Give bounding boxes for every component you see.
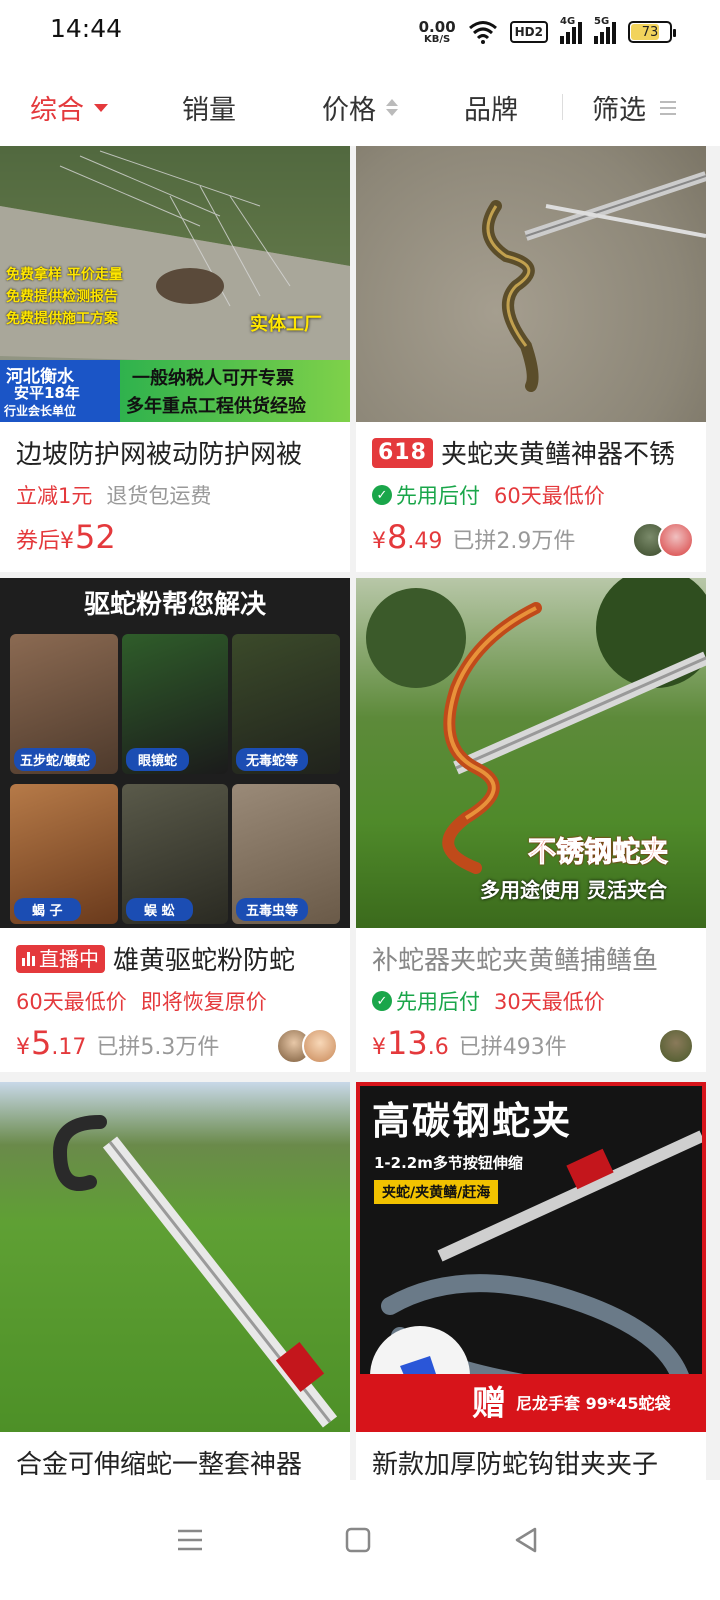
product-title: 直播中 雄黄驱蛇粉防蛇	[16, 940, 295, 977]
wifi-icon	[468, 21, 497, 44]
product-image[interactable]: 驱蛇粉帮您解决 五步蛇/蝮蛇 眼镜蛇 无毒蛇等 蝎 子 蜈 蚣 五毒虫等	[0, 578, 350, 928]
promo-618-tag: 618	[372, 437, 433, 468]
product-promo: 立减1元 退货包运费	[16, 484, 212, 508]
filter-icon	[660, 100, 676, 115]
factory-label: 实体工厂	[250, 314, 322, 335]
image-tags: 夹蛇/夹黄鳝/赶海	[374, 1180, 499, 1204]
status-icons: 0.00 KB/S HD2 4G 5G 73	[418, 16, 676, 48]
sort-brand[interactable]: 品牌	[464, 88, 518, 127]
product-price: ¥ 13 .6 已拼493件	[372, 1024, 567, 1062]
avatar	[302, 1028, 338, 1064]
sold-count: 已拼2.9万件	[452, 529, 576, 554]
image-subline: 多用途使用 灵活夹合	[480, 878, 667, 902]
avatar	[658, 522, 694, 558]
product-image[interactable]	[0, 1082, 350, 1432]
product-title: 合金可伸缩蛇一整套神器	[16, 1450, 303, 1480]
product-card[interactable]: 合金可伸缩蛇一整套神器	[0, 1082, 350, 1480]
battery-icon: 73	[628, 21, 676, 43]
status-bar: 14:44 0.00 KB/S HD2 4G 5G 73	[0, 0, 720, 64]
sort-price[interactable]: 价格	[322, 88, 398, 127]
pay-later-badge: ✓ 先用后付	[372, 480, 480, 510]
system-nav-bar	[0, 1480, 720, 1600]
location-badge: 河北衡水 安平18年 行业会长单位	[0, 360, 120, 422]
product-price: ¥ 5 .17 已拼5.3万件	[16, 1024, 220, 1062]
buyer-avatars	[658, 1028, 694, 1064]
home-square-icon	[345, 1527, 371, 1553]
shield-icon: ✓	[372, 991, 392, 1011]
product-card[interactable]: 驱蛇粉帮您解决 五步蛇/蝮蛇 眼镜蛇 无毒蛇等 蝎 子 蜈 蚣 五毒虫等 直播中…	[0, 578, 350, 1072]
sort-arrows-icon	[386, 99, 398, 116]
live-bars-icon	[22, 951, 35, 966]
product-title: 边坡防护网被动防护网被	[16, 440, 303, 470]
signal-4g-icon: 4G	[560, 16, 582, 44]
product-card[interactable]: 不锈钢蛇夹 多用途使用 灵活夹合 补蛇器夹蛇夹黄鳝捕鳝鱼 ✓ 先用后付 30天最…	[356, 578, 706, 1072]
caret-down-icon	[94, 103, 108, 112]
product-card[interactable]: 免费拿样 平价走量 免费提供检测报告 免费提供施工方案 实体工厂 河北衡水 安平…	[0, 146, 350, 572]
back-triangle-icon	[515, 1527, 537, 1553]
product-image[interactable]: 高碳钢蛇夹 1-2.2m多节按钮伸缩 夹蛇/夹黄鳝/赶海 赠 尼龙手套 99*4…	[356, 1082, 706, 1432]
menu-button[interactable]	[160, 1512, 220, 1568]
shield-icon: ✓	[372, 485, 392, 505]
divider	[562, 94, 563, 120]
image-headline: 驱蛇粉帮您解决	[83, 590, 266, 620]
product-image[interactable]: 不锈钢蛇夹 多用途使用 灵活夹合	[356, 578, 706, 928]
status-time: 14:44	[50, 14, 123, 43]
image-subline: 1-2.2m多节按钮伸缩	[374, 1154, 523, 1172]
product-card[interactable]: 高碳钢蛇夹 1-2.2m多节按钮伸缩 夹蛇/夹黄鳝/赶海 赠 尼龙手套 99*4…	[356, 1082, 706, 1480]
product-title: 补蛇器夹蛇夹黄鳝捕鳝鱼	[372, 946, 659, 976]
filter-button[interactable]: 筛选	[592, 88, 676, 127]
product-image[interactable]: 免费拿样 平价走量 免费提供检测报告 免费提供施工方案 实体工厂 河北衡水 安平…	[0, 146, 350, 422]
product-image[interactable]	[356, 146, 706, 422]
sort-bar: 综合 销量 价格 品牌 筛选	[0, 64, 720, 146]
product-card[interactable]: 618 夹蛇夹黄鳝神器不锈 ✓ 先用后付 60天最低价 ¥ 8 .49 已拼2.…	[356, 146, 706, 572]
network-speed: 0.00 KB/S	[418, 17, 456, 45]
buyer-avatars	[632, 522, 694, 558]
back-button[interactable]	[496, 1512, 556, 1568]
product-promo: ✓ 先用后付 60天最低价	[372, 480, 605, 510]
home-button[interactable]	[328, 1512, 388, 1568]
avatar	[658, 1028, 694, 1064]
sort-sales[interactable]: 销量	[182, 88, 236, 127]
product-price: ¥ 8 .49 已拼2.9万件	[372, 518, 576, 556]
pay-later-badge: ✓ 先用后付	[372, 986, 480, 1016]
product-promo: ✓ 先用后付 30天最低价	[372, 986, 605, 1016]
signal-5g-icon: 5G	[594, 16, 616, 44]
product-price: 券后 ¥ 52	[16, 518, 116, 556]
product-promo: 60天最低价 即将恢复原价	[16, 990, 267, 1014]
promo-lines: 免费拿样 平价走量 免费提供检测报告 免费提供施工方案	[6, 267, 123, 327]
sold-count: 已拼493件	[458, 1035, 567, 1060]
image-headline: 高碳钢蛇夹	[372, 1099, 573, 1143]
product-title: 618 夹蛇夹黄鳝神器不锈	[372, 434, 675, 471]
sort-comprehensive[interactable]: 综合	[30, 88, 108, 127]
promo-banner: 一般纳税人可开专票 多年重点工程供货经验	[120, 360, 350, 422]
live-tag: 直播中	[16, 944, 105, 973]
image-headline: 不锈钢蛇夹	[527, 835, 669, 869]
snake-tong-illustration	[482, 171, 706, 392]
telescopic-stick-illustration	[52, 1115, 338, 1428]
hd-voice-badge: HD2	[509, 21, 548, 43]
menu-icon	[178, 1529, 202, 1551]
sold-count: 已拼5.3万件	[96, 1035, 220, 1060]
product-title: 新款加厚防蛇钩钳夹夹子	[372, 1450, 659, 1480]
gift-banner: 赠 尼龙手套 99*45蛇袋	[360, 1374, 702, 1428]
buyer-avatars	[276, 1028, 338, 1064]
